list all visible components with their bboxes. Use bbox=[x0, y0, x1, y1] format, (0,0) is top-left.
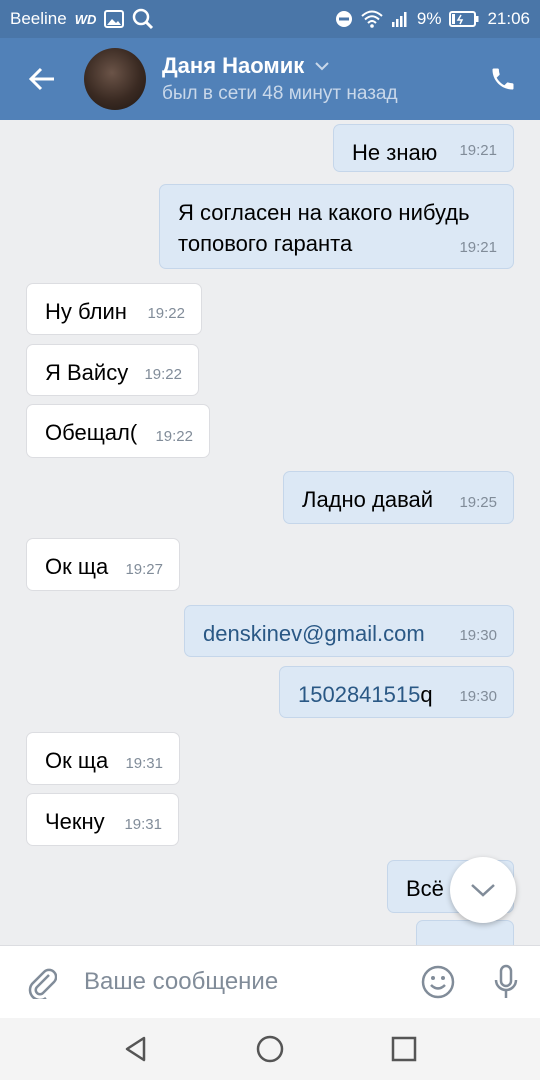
nav-back-button[interactable] bbox=[69, 1018, 203, 1080]
avatar[interactable] bbox=[84, 48, 146, 110]
battery-percent: 9% bbox=[416, 9, 442, 28]
nav-recents-button[interactable] bbox=[337, 1018, 471, 1080]
wd-label: WD bbox=[74, 11, 97, 27]
clock: 21:06 bbox=[487, 9, 530, 28]
smile-icon bbox=[421, 965, 455, 999]
home-circle-icon bbox=[256, 1035, 284, 1063]
message-text-suffix: q bbox=[420, 682, 433, 707]
signal-icon bbox=[391, 11, 409, 27]
image-icon bbox=[104, 10, 125, 28]
message-bubble-incoming[interactable]: Ну блин 19:22 bbox=[26, 283, 202, 335]
message-text: Я согласен на какого нибудь топового гар… bbox=[178, 200, 470, 256]
message-text: ? bbox=[435, 933, 497, 945]
chevron-down-icon bbox=[315, 62, 329, 71]
phone-icon bbox=[492, 68, 514, 90]
back-arrow-icon bbox=[28, 67, 54, 91]
call-button[interactable] bbox=[486, 62, 520, 96]
status-bar: Beeline WD 9% 21:06 bbox=[0, 0, 540, 38]
message-time: 19:22 bbox=[144, 366, 182, 383]
microphone-icon bbox=[494, 964, 518, 998]
system-navigation-bar bbox=[0, 1018, 540, 1080]
message-time: 19:21 bbox=[459, 239, 497, 256]
search-icon bbox=[132, 8, 154, 30]
wifi-icon bbox=[361, 10, 383, 28]
message-bubble-outgoing[interactable]: Не знаю 19:21 bbox=[333, 124, 514, 172]
back-button[interactable] bbox=[0, 38, 84, 120]
message-bubble-outgoing[interactable]: ? bbox=[416, 920, 514, 945]
attach-button[interactable] bbox=[0, 946, 84, 1019]
voice-message-button[interactable] bbox=[472, 946, 540, 1019]
message-bubble-incoming[interactable]: Ок ща 19:27 bbox=[26, 538, 180, 591]
back-triangle-icon bbox=[125, 1036, 146, 1062]
message-time: 19:31 bbox=[125, 755, 163, 772]
message-bubble-incoming[interactable]: Ок ща 19:31 bbox=[26, 732, 180, 785]
emoji-button[interactable] bbox=[404, 946, 472, 1019]
contact-name: Даня Наомик bbox=[162, 53, 305, 78]
contact-info[interactable]: Даня Наомик был в сети 48 минут назад bbox=[162, 53, 398, 105]
nav-home-button[interactable] bbox=[203, 1018, 337, 1080]
message-list[interactable]: Не знаю 19:21 Я согласен на какого нибуд… bbox=[0, 120, 540, 945]
message-bubble-incoming[interactable]: Я Вайсу 19:22 bbox=[26, 344, 199, 396]
email-link[interactable]: denskinev@gmail.com bbox=[203, 618, 497, 649]
message-bubble-incoming[interactable]: Чекну 19:31 bbox=[26, 793, 179, 846]
scroll-down-button[interactable] bbox=[450, 857, 516, 923]
message-time: 19:30 bbox=[459, 627, 497, 644]
message-time: 19:22 bbox=[155, 428, 193, 445]
phone-number-link[interactable]: 1502841515 bbox=[298, 682, 420, 707]
recents-square-icon bbox=[391, 1036, 417, 1062]
message-bubble-incoming[interactable]: Обещал( 19:22 bbox=[26, 404, 210, 458]
message-time: 19:27 bbox=[125, 561, 163, 578]
message-bubble-outgoing[interactable]: Я согласен на какого нибудь топового гар… bbox=[159, 184, 514, 269]
last-seen-status: был в сети 48 минут назад bbox=[162, 83, 398, 104]
message-bubble-outgoing[interactable]: 1502841515q 19:30 bbox=[279, 666, 514, 718]
message-bubble-outgoing[interactable]: denskinev@gmail.com 19:30 bbox=[184, 605, 514, 657]
message-time: 19:31 bbox=[124, 816, 162, 833]
message-time: 19:30 bbox=[459, 688, 497, 705]
message-composer bbox=[0, 945, 540, 1018]
battery-icon bbox=[449, 11, 479, 27]
message-time: 19:21 bbox=[459, 142, 497, 159]
paperclip-icon bbox=[28, 968, 57, 999]
message-time: 19:22 bbox=[147, 305, 185, 322]
message-time: 19:25 bbox=[459, 494, 497, 511]
message-bubble-outgoing[interactable]: Ладно давай 19:25 bbox=[283, 471, 514, 524]
chevron-down-icon bbox=[471, 884, 495, 897]
chat-header: Даня Наомик был в сети 48 минут назад bbox=[0, 38, 540, 120]
message-input[interactable] bbox=[84, 968, 404, 996]
dnd-icon bbox=[335, 10, 353, 28]
carrier-label: Beeline bbox=[10, 9, 67, 28]
